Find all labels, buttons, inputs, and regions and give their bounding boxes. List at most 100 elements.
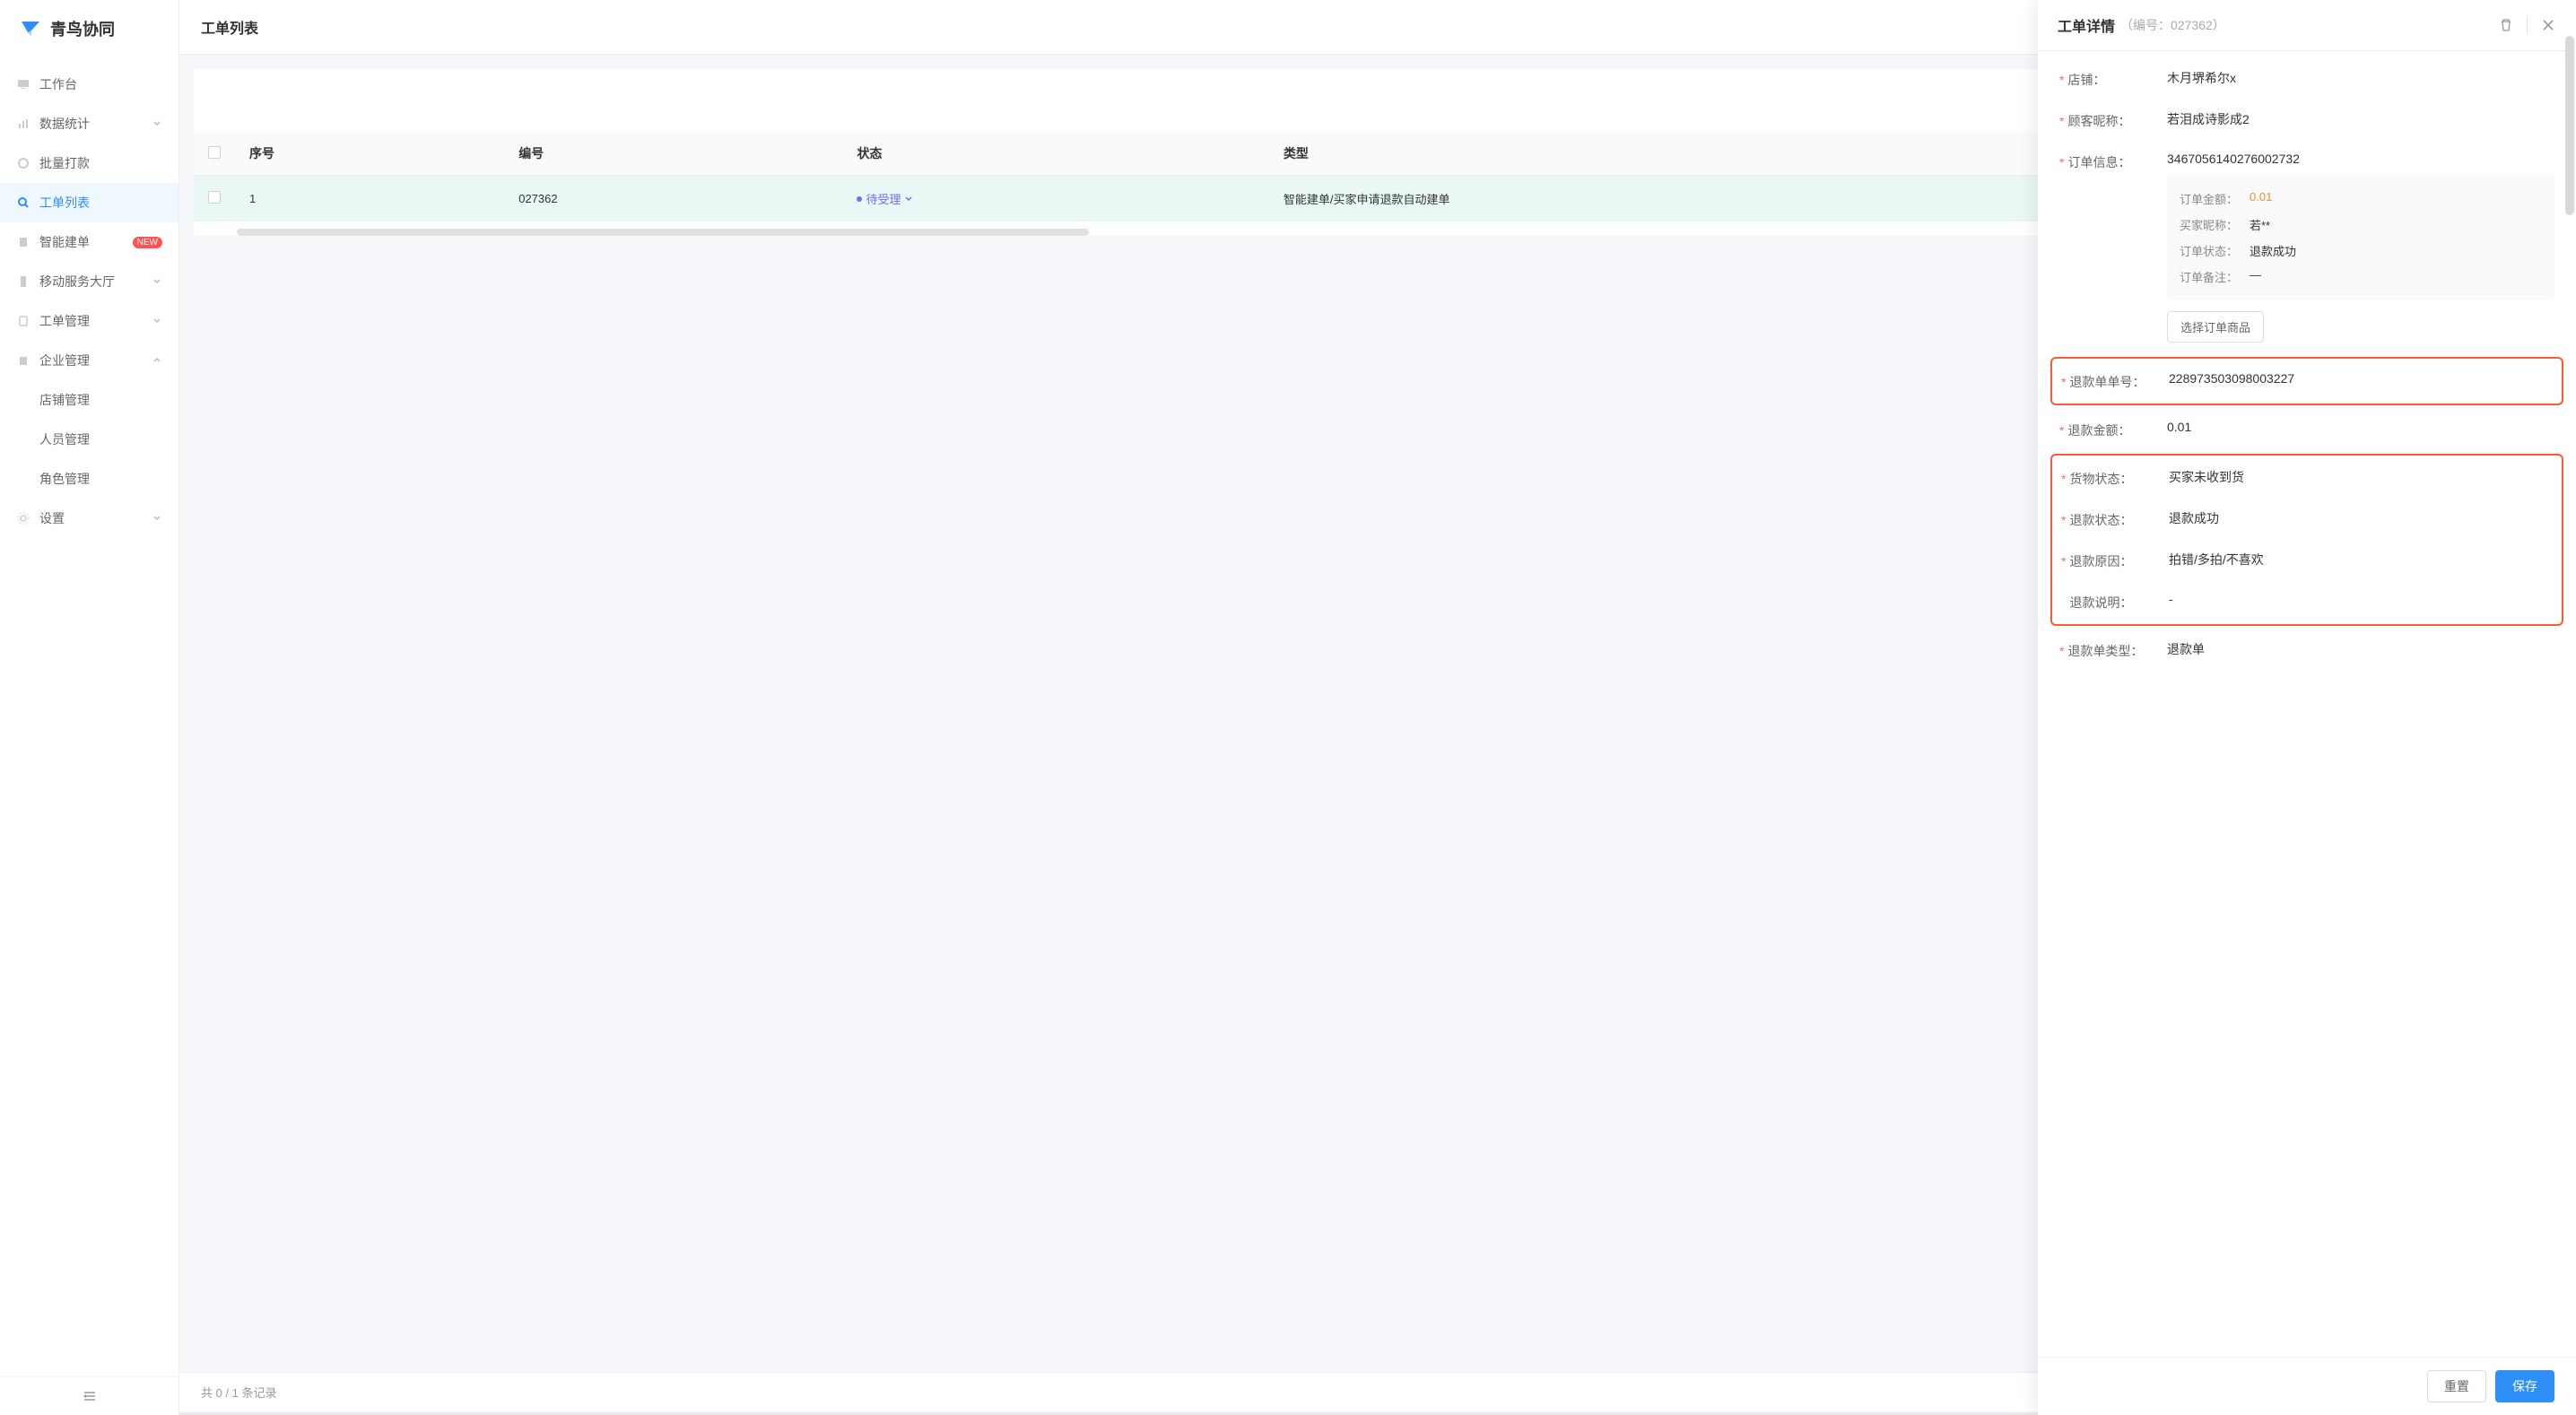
field-refund-reason: *退款原因： 拍错/多拍/不喜欢 — [2059, 540, 2554, 581]
app-name: 青鸟协同 — [50, 17, 115, 40]
close-button[interactable] — [2540, 17, 2556, 33]
nav-item-statistics[interactable]: 数据统计 — [0, 104, 178, 143]
value-refund-type: 退款单 — [2167, 640, 2554, 658]
field-customer: *顾客昵称： 若泪成诗影成2 — [2059, 100, 2554, 141]
nav-label: 设置 — [39, 509, 143, 527]
th-index: 序号 — [235, 132, 504, 176]
label-text: 退款金额： — [2067, 423, 2130, 438]
value-refund-desc: - — [2169, 592, 2553, 606]
select-all-checkbox[interactable] — [208, 146, 221, 159]
value-order-info: 3467056140276002732 订单金额：0.01 买家昵称：若** 订… — [2167, 152, 2554, 343]
panel-header: 工单详情 （编号：027362） — [2038, 0, 2576, 51]
save-button[interactable]: 保存 — [2495, 1370, 2554, 1402]
table-scrollbar[interactable] — [237, 229, 1089, 236]
cell-index: 1 — [235, 176, 504, 222]
label-text: 退款单单号： — [2069, 375, 2145, 389]
nav-label: 工单管理 — [39, 312, 143, 330]
gear-icon — [16, 511, 30, 525]
highlight-refund-no: *退款单单号： 228973503098003227 — [2050, 357, 2563, 405]
nav-item-workbench[interactable]: 工作台 — [0, 65, 178, 104]
field-shop: *店铺： 木月堺希尔x — [2059, 58, 2554, 100]
value-goods-status: 买家未收到货 — [2169, 468, 2553, 486]
ob-value-buyer: 若** — [2250, 216, 2270, 233]
label-text: 货物状态： — [2069, 472, 2132, 486]
field-refund-amount: *退款金额： 0.01 — [2059, 409, 2554, 450]
label-text: 退款状态： — [2069, 513, 2132, 527]
nav-label: 移动服务大厅 — [39, 273, 143, 291]
sidebar-collapse[interactable] — [0, 1376, 178, 1415]
subnav-item-staff-manage[interactable]: 人员管理 — [0, 420, 178, 459]
nav-label: 角色管理 — [39, 470, 162, 488]
label-text: 退款说明： — [2069, 595, 2132, 610]
chevron-up-icon — [152, 355, 162, 366]
monitor-icon — [16, 77, 30, 91]
th-code: 编号 — [504, 132, 842, 176]
label-text: 店铺： — [2067, 73, 2105, 87]
panel-body[interactable]: *店铺： 木月堺希尔x *顾客昵称： 若泪成诗影成2 *订单信息： 346705… — [2038, 51, 2576, 1357]
ob-label: 订单金额： — [2180, 190, 2250, 207]
chevron-down-icon — [152, 316, 162, 326]
value-refund-reason: 拍错/多拍/不喜欢 — [2169, 551, 2553, 569]
document-icon — [16, 235, 30, 249]
field-order-info: *订单信息： 3467056140276002732 订单金额：0.01 买家昵… — [2059, 141, 2554, 353]
sidebar: 青鸟协同 工作台 数据统计 批量打款 工单列表 智能建单 — [0, 0, 179, 1415]
subnav-enterprise: 店铺管理 人员管理 角色管理 — [0, 380, 178, 499]
row-checkbox[interactable] — [208, 191, 221, 204]
search-icon — [16, 195, 30, 210]
nav-item-workorder-list[interactable]: 工单列表 — [0, 183, 178, 222]
nav: 工作台 数据统计 批量打款 工单列表 智能建单 NEW — [0, 57, 178, 1376]
delete-button[interactable] — [2498, 17, 2514, 33]
status-dropdown[interactable]: 待受理 — [857, 190, 913, 207]
nav-item-batch-pay[interactable]: 批量打款 — [0, 143, 178, 183]
highlight-refund-details: *货物状态： 买家未收到货 *退款状态： 退款成功 *退款原因： 拍错/多拍/不… — [2050, 454, 2563, 626]
nav-label: 工单列表 — [39, 194, 162, 212]
clipboard-icon — [16, 314, 30, 328]
chevron-down-icon — [904, 195, 913, 204]
nav-label: 批量打款 — [39, 154, 162, 172]
value-customer: 若泪成诗影成2 — [2167, 110, 2554, 128]
panel-subtitle: （编号：027362） — [2120, 16, 2225, 34]
value-refund-no: 228973503098003227 — [2169, 371, 2553, 386]
ob-value-remark: — — [2250, 268, 2261, 285]
circle-icon — [16, 156, 30, 170]
reset-button[interactable]: 重置 — [2427, 1370, 2486, 1402]
detail-panel: 工单详情 （编号：027362） *店铺： 木月堺希尔x *顾客昵称： 若泪成诗… — [2038, 0, 2576, 1415]
nav-item-mobile-hall[interactable]: 移动服务大厅 — [0, 262, 178, 301]
label-text: 顾客昵称： — [2067, 114, 2130, 128]
new-badge: NEW — [133, 237, 162, 248]
chevron-down-icon — [152, 513, 162, 524]
cell-type: 智能建单/买家申请退款自动建单 — [1269, 176, 2167, 222]
chevron-down-icon — [152, 276, 162, 287]
nav-item-workorder-manage[interactable]: 工单管理 — [0, 301, 178, 341]
nav-item-enterprise-manage[interactable]: 企业管理 — [0, 341, 178, 380]
nav-label: 智能建单 — [39, 233, 120, 251]
field-refund-status: *退款状态： 退款成功 — [2059, 499, 2554, 540]
ob-label: 买家昵称： — [2180, 216, 2250, 233]
th-status: 状态 — [842, 132, 1268, 176]
page-title: 工单列表 — [201, 22, 258, 37]
chart-icon — [16, 117, 30, 131]
value-refund-status: 退款成功 — [2169, 509, 2553, 527]
subnav-item-shop-manage[interactable]: 店铺管理 — [0, 380, 178, 420]
page-scrollbar[interactable] — [2565, 36, 2574, 215]
select-order-goods-button[interactable]: 选择订单商品 — [2167, 311, 2264, 343]
status-text: 待受理 — [866, 190, 901, 207]
label-text: 退款原因： — [2069, 554, 2132, 569]
logo[interactable]: 青鸟协同 — [0, 0, 178, 57]
building-icon — [16, 353, 30, 368]
nav-label: 工作台 — [39, 75, 162, 93]
nav-label: 店铺管理 — [39, 391, 162, 409]
field-refund-type: *退款单类型： 退款单 — [2059, 629, 2554, 671]
nav-item-smart-create[interactable]: 智能建单 NEW — [0, 222, 178, 262]
subnav-item-role-manage[interactable]: 角色管理 — [0, 459, 178, 499]
value-shop: 木月堺希尔x — [2167, 69, 2554, 87]
nav-item-settings[interactable]: 设置 — [0, 499, 178, 538]
ob-value-status: 退款成功 — [2250, 242, 2296, 259]
field-refund-desc: *退款说明： - — [2059, 581, 2554, 622]
value-refund-amount: 0.01 — [2167, 420, 2554, 434]
logo-icon — [18, 16, 43, 41]
field-refund-no: *退款单单号： 228973503098003227 — [2059, 360, 2554, 402]
divider — [2527, 17, 2528, 33]
ob-label: 订单备注： — [2180, 268, 2250, 285]
panel-footer: 重置 保存 — [2038, 1357, 2576, 1415]
